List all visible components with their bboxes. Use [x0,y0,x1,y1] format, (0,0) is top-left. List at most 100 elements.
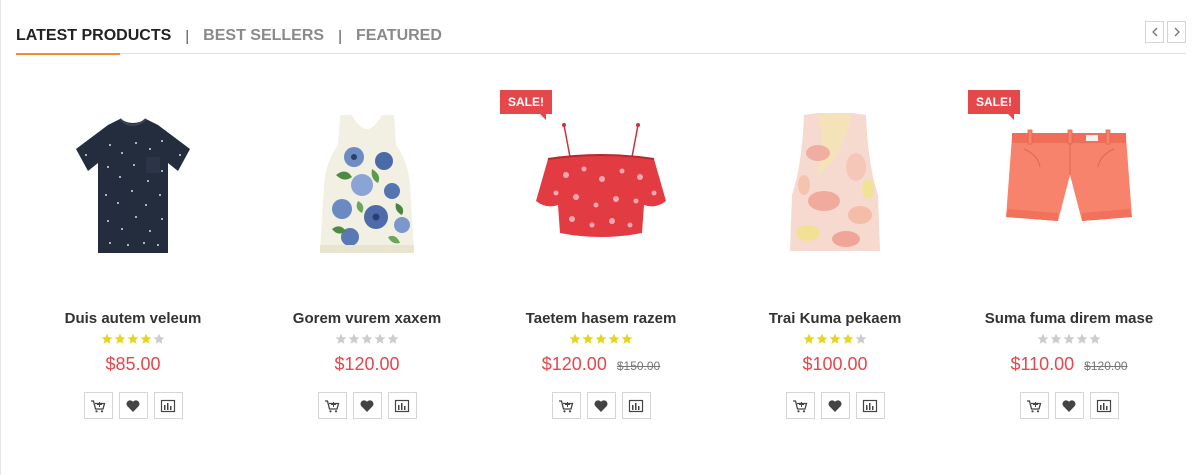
carousel-prev-button[interactable] [1145,21,1164,43]
star-filled-icon [595,333,607,344]
star-filled-icon [621,333,633,344]
tab-separator: | [185,27,190,45]
star-filled-icon [114,333,126,344]
product-tabs: LATEST PRODUCTS | BEST SELLERS | FEATURE… [16,26,1186,46]
product-name[interactable]: Suma fuma direm mase [952,310,1186,327]
star-filled-icon [582,333,594,344]
product-rating [718,333,952,345]
cart-icon [1027,399,1042,412]
heart-icon [828,399,842,412]
star-empty-icon [387,333,399,344]
add-to-cart-button[interactable] [1019,392,1049,419]
price-row: $85.00 [16,354,250,375]
product-actions [952,392,1186,419]
star-empty-icon [374,333,386,344]
star-filled-icon [829,333,841,344]
star-empty-icon [855,333,867,344]
chevron-left-icon [1151,27,1157,37]
product-card: Trai Kuma pekaem $100.00 [718,80,952,440]
product-image[interactable] [267,90,467,280]
star-filled-icon [140,333,152,344]
star-filled-icon [101,333,113,344]
product-card: SALE! Suma fuma direm mase $110.00 $120.… [952,80,1186,440]
product-price: $120.00 [541,354,607,374]
star-filled-icon [842,333,854,344]
wishlist-button[interactable] [586,392,616,419]
wishlist-button[interactable] [118,392,148,419]
product-rating [16,333,250,345]
product-actions [484,392,718,419]
price-row: $100.00 [718,354,952,375]
star-filled-icon [608,333,620,344]
star-empty-icon [361,333,373,344]
star-empty-icon [1076,333,1088,344]
products-section-header: LATEST PRODUCTS | BEST SELLERS | FEATURE… [16,21,1186,55]
cart-icon [793,399,808,412]
bar-chart-icon [1096,399,1112,412]
wishlist-button[interactable] [352,392,382,419]
price-row: $120.00 $150.00 [484,354,718,375]
compare-button[interactable] [153,392,183,419]
carousel-next-button[interactable] [1167,21,1186,43]
cart-icon [559,399,574,412]
product-card: Duis autem veleum $85.00 [16,80,250,440]
bar-chart-icon [394,399,410,412]
wishlist-button[interactable] [820,392,850,419]
product-name[interactable]: Gorem vurem xaxem [250,310,484,327]
compare-button[interactable] [855,392,885,419]
coral-shorts-image [1006,129,1132,221]
product-rating [250,333,484,345]
product-old-price: $120.00 [1084,359,1128,373]
heart-icon [126,399,140,412]
heart-icon [360,399,374,412]
star-empty-icon [153,333,165,344]
product-card: Gorem vurem xaxem $120.00 [250,80,484,440]
carousel-nav [1145,21,1186,43]
product-price: $100.00 [802,354,868,374]
wishlist-button[interactable] [1054,392,1084,419]
active-tab-underline [16,53,120,55]
page-left-border [0,0,1,475]
cart-icon [325,399,340,412]
star-filled-icon [816,333,828,344]
star-empty-icon [348,333,360,344]
add-to-cart-button[interactable] [785,392,815,419]
heart-icon [594,399,608,412]
product-image[interactable] [501,90,701,280]
add-to-cart-button[interactable] [317,392,347,419]
add-to-cart-button[interactable] [83,392,113,419]
star-filled-icon [803,333,815,344]
star-empty-icon [335,333,347,344]
product-image[interactable] [735,90,935,280]
star-empty-icon [1037,333,1049,344]
tab-featured[interactable]: FEATURED [356,27,442,45]
compare-button[interactable] [621,392,651,419]
star-empty-icon [1050,333,1062,344]
product-grid: Duis autem veleum $85.00 Gorem vurem xax… [16,80,1186,440]
compare-button[interactable] [1089,392,1119,419]
tab-separator: | [338,27,342,45]
product-name[interactable]: Trai Kuma pekaem [718,310,952,327]
product-name[interactable]: Taetem hasem razem [484,310,718,327]
product-price: $120.00 [334,354,400,374]
product-image[interactable] [33,90,233,280]
star-empty-icon [1063,333,1075,344]
product-name[interactable]: Duis autem veleum [16,310,250,327]
add-to-cart-button[interactable] [551,392,581,419]
product-actions [250,392,484,419]
product-old-price: $150.00 [616,359,661,373]
product-rating [952,333,1186,345]
cart-icon [91,399,106,412]
product-actions [16,392,250,419]
tab-best-sellers[interactable]: BEST SELLERS [203,27,324,45]
chevron-right-icon [1174,27,1180,37]
bar-chart-icon [160,399,176,412]
compare-button[interactable] [387,392,417,419]
bar-chart-icon [862,399,878,412]
product-image[interactable] [969,90,1169,280]
pastel-top-image [790,113,880,251]
product-rating [484,333,718,345]
floral-tank-image [320,115,414,253]
product-price: $85.00 [105,354,161,374]
tab-latest-products[interactable]: LATEST PRODUCTS [16,27,171,45]
